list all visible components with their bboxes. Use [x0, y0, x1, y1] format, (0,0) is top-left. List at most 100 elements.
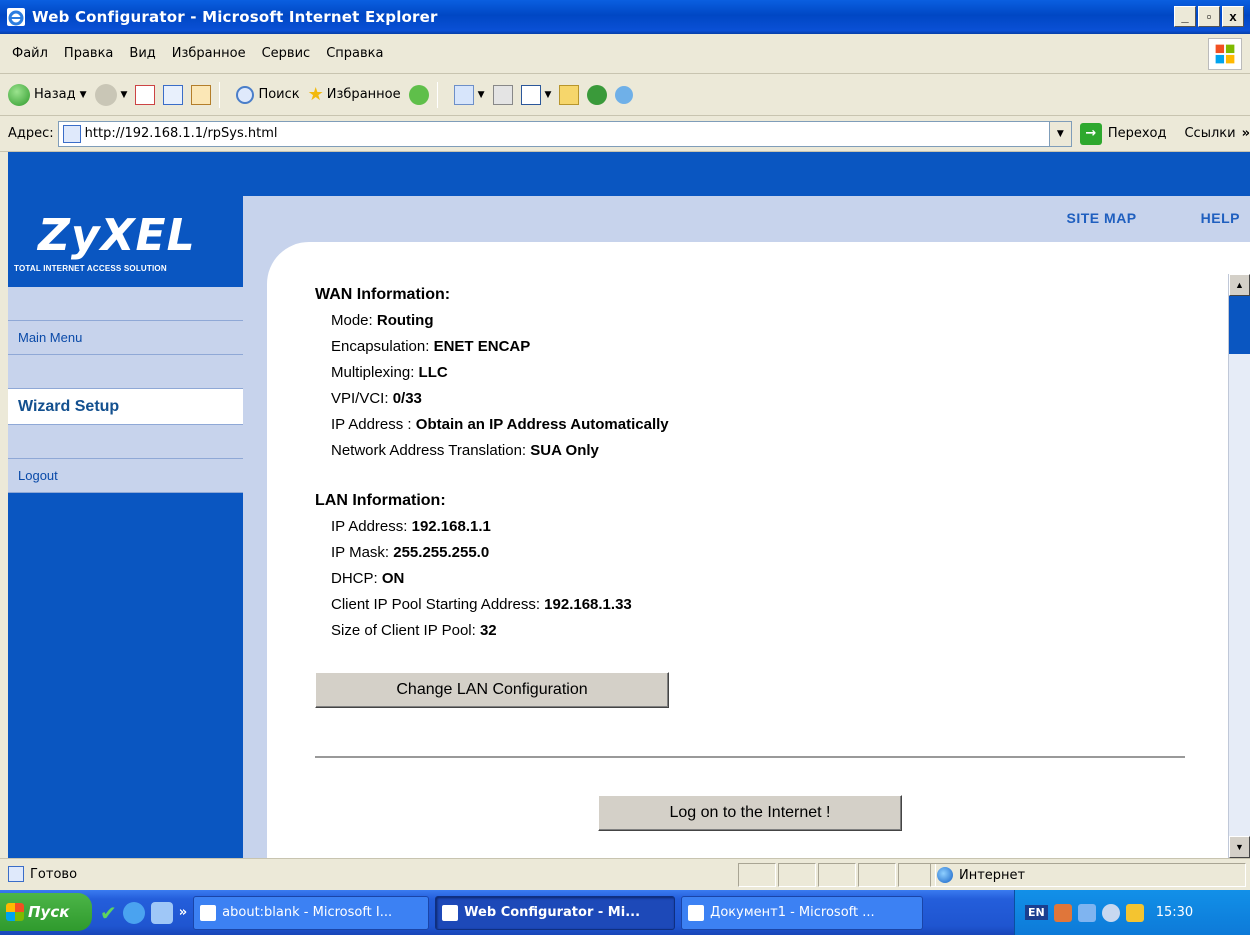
- row-label: Mode:: [331, 312, 377, 329]
- security-zone[interactable]: Интернет: [930, 863, 1246, 887]
- logo-tagline: TOTAL INTERNET ACCESS SOLUTION: [14, 264, 167, 273]
- log-on-internet-button[interactable]: Log on to the Internet !: [598, 795, 902, 831]
- internet-explorer-icon: [442, 904, 459, 921]
- status-cell: [778, 863, 816, 887]
- search-button[interactable]: Поиск: [236, 85, 300, 104]
- window-title-bar[interactable]: Web Configurator - Microsoft Internet Ex…: [0, 0, 1250, 34]
- windows-flag-icon: [6, 902, 24, 921]
- language-indicator[interactable]: EN: [1025, 905, 1048, 920]
- maximize-button[interactable]: ▫: [1198, 6, 1220, 27]
- address-input[interactable]: http://192.168.1.1/rpSys.html ▼: [57, 120, 1072, 147]
- menu-view[interactable]: Вид: [129, 46, 155, 61]
- row-value: 0/33: [392, 390, 422, 407]
- menu-file[interactable]: Файл: [12, 46, 48, 61]
- internet-explorer-icon[interactable]: [122, 901, 145, 924]
- start-button[interactable]: Пуск: [0, 892, 92, 931]
- nav-logout[interactable]: Logout: [8, 459, 243, 493]
- forward-button[interactable]: ▼: [94, 83, 127, 106]
- quick-launch-more-icon[interactable]: »: [179, 905, 187, 920]
- row-label: VPI/VCI:: [331, 390, 393, 407]
- refresh-button[interactable]: [163, 84, 184, 105]
- task-about-blank[interactable]: about:blank - Microsoft I...: [193, 895, 430, 930]
- site-map-link[interactable]: SITE MAP: [1067, 210, 1137, 226]
- home-button[interactable]: [191, 84, 212, 105]
- network-icon[interactable]: [1077, 903, 1096, 922]
- task-document[interactable]: Документ1 - Microsoft ...: [681, 895, 924, 930]
- left-panel: ZyXEL TOTAL INTERNET ACCESS SOLUTION Mai…: [8, 152, 243, 858]
- folder-button[interactable]: [559, 84, 580, 105]
- address-bar: Адрес: http://192.168.1.1/rpSys.html ▼ →…: [0, 116, 1250, 152]
- lan-row-ip-mask: IP Mask: 255.255.255.0: [315, 540, 1175, 566]
- checkmark-icon[interactable]: ✔: [100, 901, 117, 925]
- volume-icon[interactable]: [1101, 903, 1120, 922]
- word-icon: [520, 84, 541, 105]
- row-label: Encapsulation:: [331, 338, 434, 355]
- row-label: Multiplexing:: [331, 364, 419, 381]
- back-button[interactable]: Назад ▼: [8, 83, 87, 106]
- window-controls: _ ▫ x: [1174, 6, 1244, 27]
- scrollbar-thumb[interactable]: [1229, 296, 1250, 354]
- wan-title: WAN Information:: [315, 286, 451, 303]
- scroll-up-icon[interactable]: ▲: [1229, 274, 1250, 296]
- row-value: 192.168.1.1: [411, 518, 491, 535]
- minimize-button[interactable]: _: [1174, 6, 1196, 27]
- row-label: DHCP:: [331, 570, 382, 587]
- row-value: 255.255.255.0: [393, 544, 490, 561]
- zyxel-logo: ZyXEL TOTAL INTERNET ACCESS SOLUTION: [8, 196, 243, 287]
- menu-favorites[interactable]: Избранное: [172, 46, 246, 61]
- status-cell: [858, 863, 896, 887]
- menu-tools[interactable]: Сервис: [262, 46, 311, 61]
- row-label: IP Mask:: [331, 544, 394, 561]
- mail-button[interactable]: ▼: [453, 84, 485, 105]
- edit-button[interactable]: ▼: [520, 84, 551, 105]
- star-icon: ★: [307, 84, 324, 105]
- vertical-scrollbar[interactable]: ▲ ▼: [1228, 274, 1250, 858]
- clock: 15:30: [1155, 905, 1194, 920]
- system-tray: EN 15:30: [1014, 890, 1250, 935]
- change-lan-configuration-button[interactable]: Change LAN Configuration: [315, 672, 669, 708]
- links-button[interactable]: Ссылки: [1184, 126, 1235, 141]
- nav-spacer: [8, 355, 243, 389]
- stop-button[interactable]: [135, 84, 156, 105]
- status-cell: [738, 863, 776, 887]
- desktop-icon[interactable]: [150, 901, 173, 924]
- close-button[interactable]: x: [1222, 6, 1244, 27]
- help-link[interactable]: HELP: [1201, 210, 1240, 226]
- favorites-button[interactable]: ★ Избранное: [308, 84, 401, 105]
- task-web-configurator[interactable]: Web Configurator - Mi...: [435, 895, 676, 930]
- row-label: IP Address:: [331, 518, 412, 535]
- globe-icon: [937, 867, 953, 883]
- status-text: Готово: [30, 867, 78, 882]
- go-button[interactable]: → Переход: [1079, 122, 1166, 145]
- antivirus-icon[interactable]: [1125, 903, 1144, 922]
- status-bar: Готово Интернет: [0, 858, 1250, 890]
- toolbar-separator: [219, 81, 221, 108]
- messenger-button[interactable]: [587, 84, 608, 105]
- menu-edit[interactable]: Правка: [64, 46, 113, 61]
- row-value: Obtain an IP Address Automatically: [415, 416, 669, 433]
- print-button[interactable]: [492, 84, 513, 105]
- status-cells: [738, 863, 938, 887]
- tray-app-icon[interactable]: [1053, 903, 1072, 922]
- nav-main-menu[interactable]: Main Menu: [8, 321, 243, 355]
- nav-wizard-setup[interactable]: Wizard Setup: [8, 389, 243, 425]
- address-dropdown-icon[interactable]: ▼: [1048, 121, 1071, 146]
- scroll-down-icon[interactable]: ▼: [1229, 836, 1250, 858]
- discuss-button[interactable]: [615, 85, 634, 104]
- menu-help[interactable]: Справка: [326, 46, 383, 61]
- wan-row-nat: Network Address Translation: SUA Only: [315, 438, 1175, 464]
- row-label: Network Address Translation:: [331, 442, 531, 459]
- wan-row-ip-address: IP Address : Obtain an IP Address Automa…: [315, 412, 1175, 438]
- mail-icon: [453, 84, 474, 105]
- address-url[interactable]: http://192.168.1.1/rpSys.html: [85, 126, 278, 141]
- row-value: LLC: [418, 364, 448, 381]
- favorites-label: Избранное: [326, 87, 401, 102]
- row-label: Size of Client IP Pool:: [331, 622, 480, 639]
- row-value: ON: [381, 570, 405, 587]
- wan-row-encapsulation: Encapsulation: ENET ENCAP: [315, 334, 1175, 360]
- chevron-right-icon[interactable]: »: [1242, 126, 1250, 141]
- history-button[interactable]: [408, 84, 429, 105]
- history-icon: [408, 84, 429, 105]
- wan-row-vpi-vci: VPI/VCI: 0/33: [315, 386, 1175, 412]
